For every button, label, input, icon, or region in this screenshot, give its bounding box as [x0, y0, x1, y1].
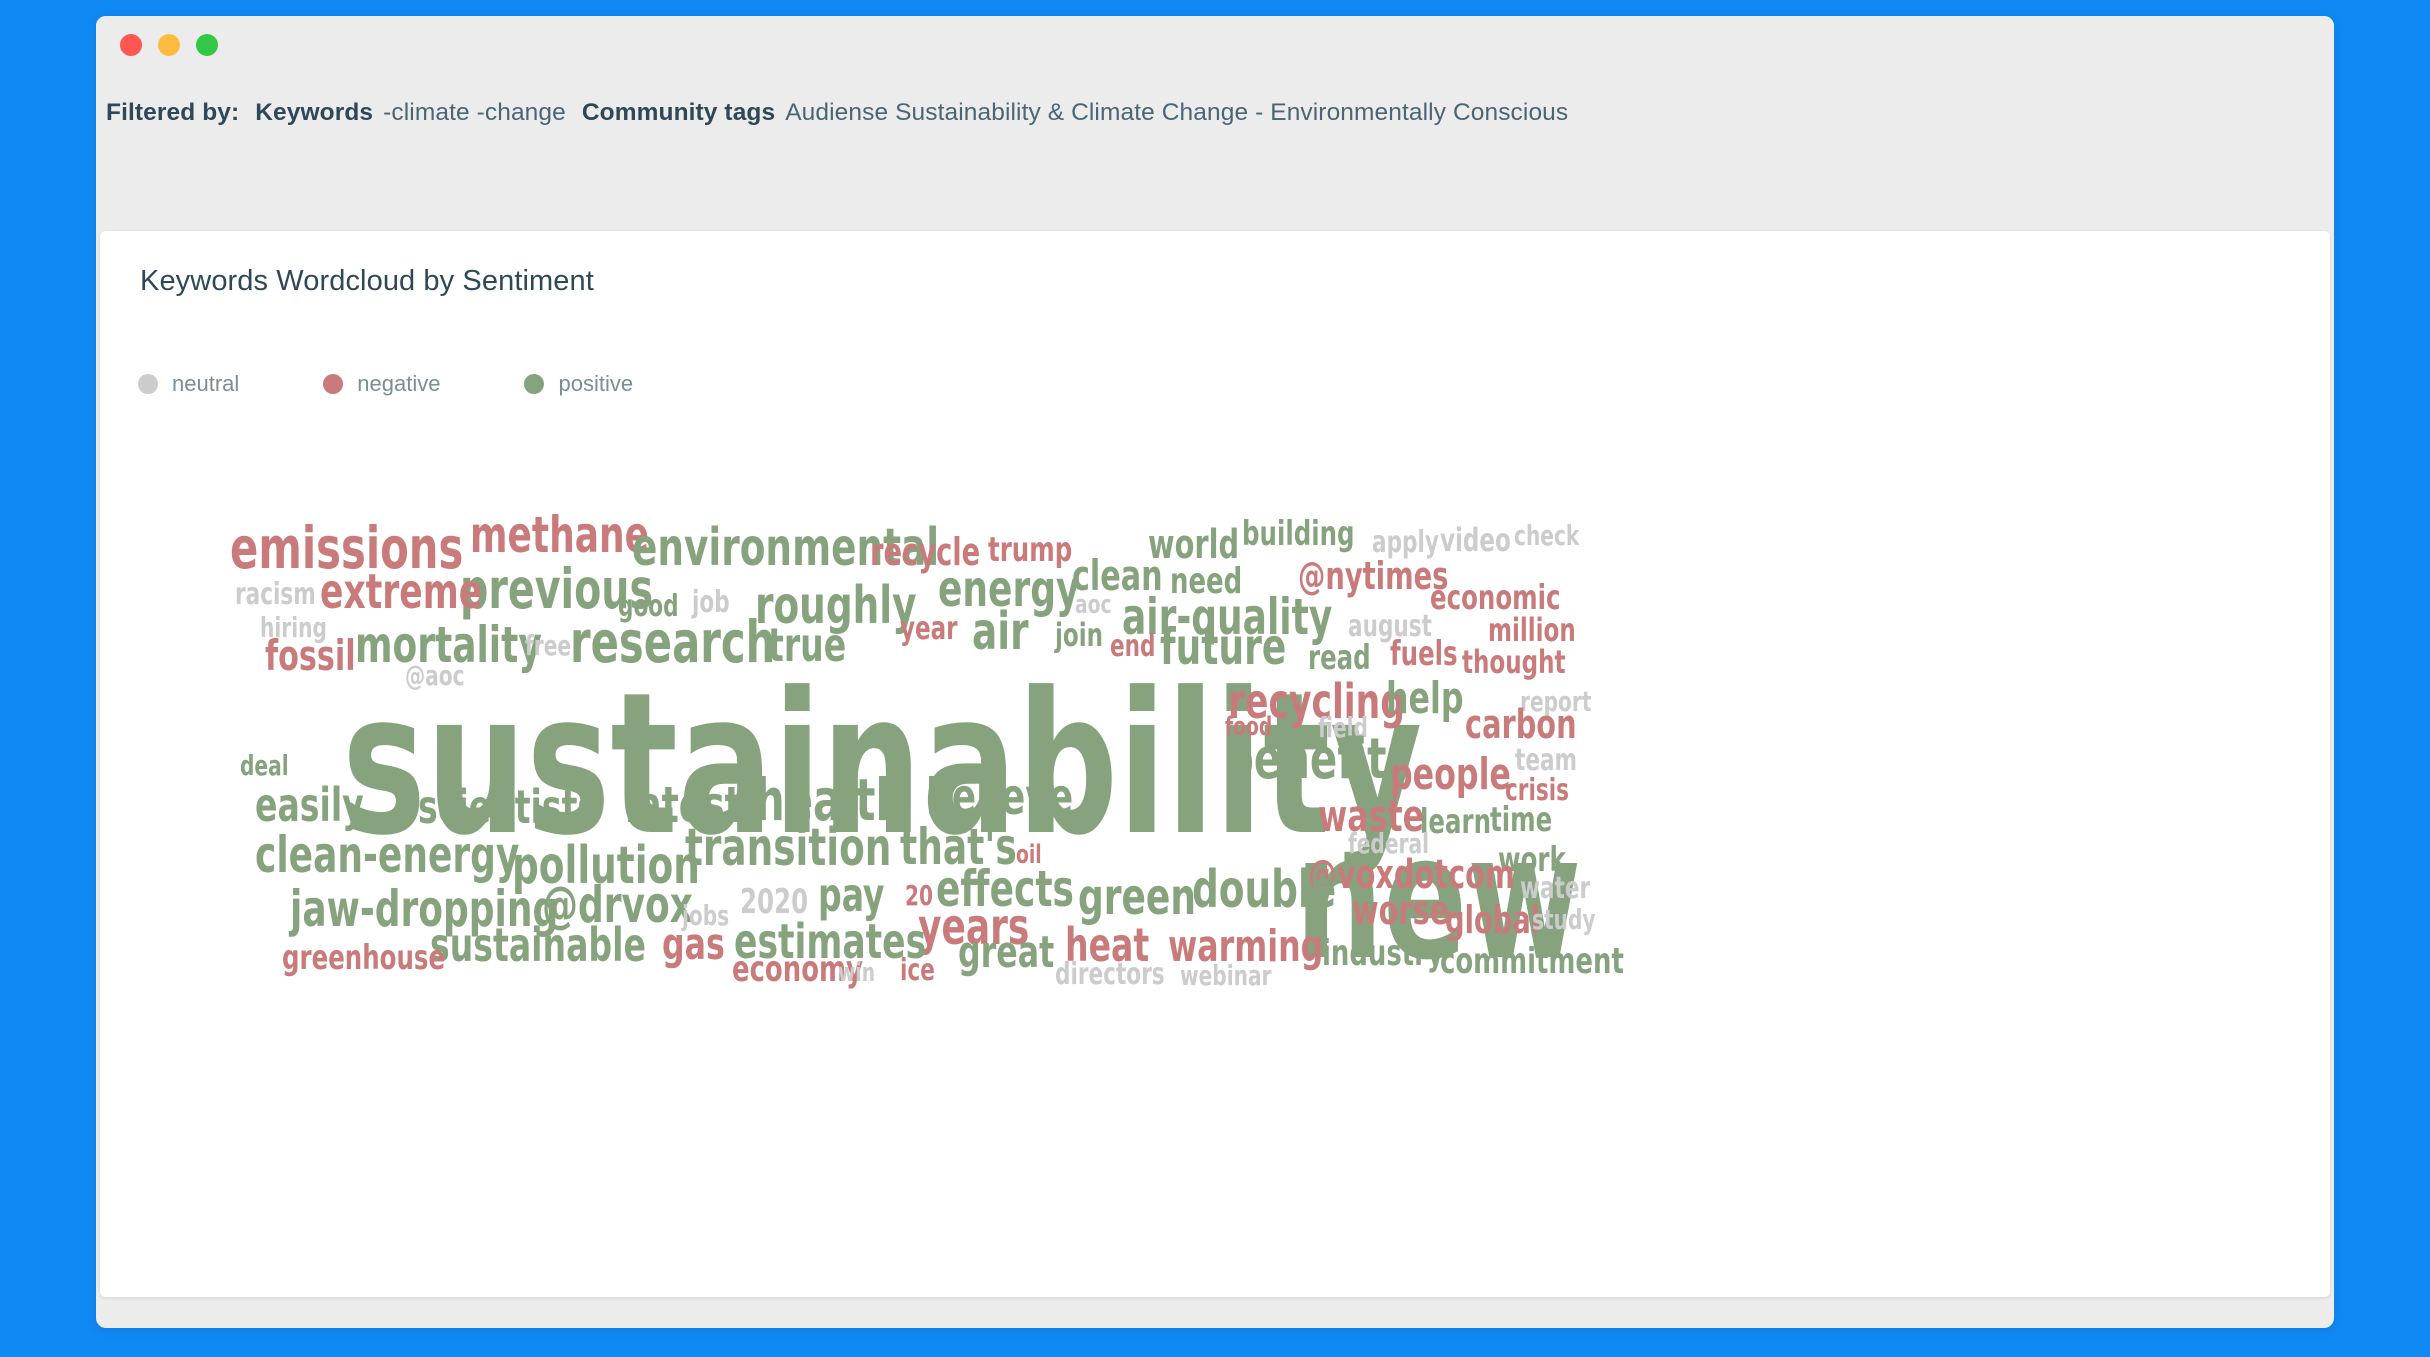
wordcloud-word[interactable]: gas — [662, 922, 725, 966]
filter-bar: Filtered by: Keywords -climate -change Co… — [96, 74, 2334, 152]
wordcloud-word[interactable]: team — [1515, 746, 1577, 776]
wordcloud-word[interactable]: extreme — [320, 568, 482, 616]
window-titlebar — [96, 16, 2334, 74]
wordcloud-word[interactable]: read — [1308, 641, 1371, 675]
wordcloud-word[interactable]: million — [1488, 614, 1576, 646]
wordcloud-word[interactable]: easily — [255, 782, 364, 828]
wordcloud-word[interactable]: worse — [1352, 891, 1449, 931]
wordcloud-card: Keywords Wordcloud by Sentiment neutral n… — [100, 231, 2330, 1297]
wordcloud-word[interactable]: pay — [818, 872, 884, 918]
legend-item-negative[interactable]: negative — [323, 371, 440, 397]
wordcloud-word[interactable]: true — [768, 622, 846, 668]
wordcloud-word[interactable]: world — [1148, 525, 1239, 565]
wordcloud-word[interactable]: learn — [1420, 805, 1491, 839]
browser-window: Filtered by: Keywords -climate -change Co… — [96, 16, 2334, 1328]
wordcloud-word[interactable]: people — [1390, 752, 1511, 796]
wordcloud-word[interactable]: commitment — [1440, 944, 1624, 979]
wordcloud-word[interactable]: video — [1440, 524, 1511, 556]
page-title: Keywords Wordcloud by Sentiment — [140, 265, 594, 297]
wordcloud-word[interactable]: end — [1110, 632, 1155, 662]
wordcloud-word[interactable]: clean-energy — [255, 830, 519, 880]
wordcloud-word[interactable]: job — [692, 588, 730, 618]
legend-label: negative — [357, 371, 441, 396]
wordcloud-word[interactable]: economic — [1430, 581, 1561, 615]
wordcloud-word[interactable]: believe — [926, 772, 1073, 822]
legend-item-positive[interactable]: positive — [524, 371, 633, 397]
wordcloud-word[interactable]: help — [1386, 676, 1464, 720]
wordcloud-word[interactable]: @aoc — [405, 662, 465, 690]
community-tags-filter-value[interactable]: Audiense Sustainability & Climate Change… — [785, 99, 1568, 126]
wordcloud-word[interactable]: @voxdotcom — [1308, 855, 1515, 895]
wordcloud-word[interactable]: benefits — [1225, 732, 1410, 788]
wordcloud-word[interactable]: air — [972, 606, 1029, 658]
wordcloud-word[interactable]: green — [1078, 872, 1196, 922]
wordcloud-word[interactable]: check — [1514, 522, 1579, 550]
wordcloud-word[interactable]: double — [1192, 864, 1336, 916]
keywords-wordcloud: sustainability new emissions methane environ… — [100, 427, 2330, 1297]
wordcloud-word[interactable]: @nytimes — [1298, 557, 1448, 595]
wordcloud-word[interactable]: 2020 — [740, 885, 808, 919]
wordcloud-word[interactable]: global — [1445, 901, 1540, 939]
wordcloud-word[interactable]: industry — [1322, 936, 1444, 971]
wordcloud-word[interactable]: win — [838, 960, 875, 986]
legend-swatch-positive — [524, 374, 545, 394]
sentiment-legend: neutral negative positive — [138, 371, 717, 397]
wordcloud-word[interactable]: directors — [1055, 960, 1165, 990]
wordcloud-word[interactable]: methane — [470, 510, 649, 560]
keywords-filter-value[interactable]: -climate -change — [383, 99, 566, 126]
wordcloud-word[interactable]: fuels — [1390, 637, 1458, 671]
wordcloud-word[interactable]: building — [1242, 517, 1355, 551]
wordcloud-word[interactable]: ice — [900, 956, 935, 986]
legend-item-neutral[interactable]: neutral — [138, 371, 239, 397]
wordcloud-word[interactable]: future — [1160, 622, 1286, 672]
wordcloud-word[interactable]: time — [1490, 803, 1552, 837]
wordcloud-word[interactable]: sustainable — [430, 922, 646, 968]
wordcloud-word[interactable]: scientists — [418, 784, 597, 830]
wordcloud-word[interactable]: greenhouse — [282, 941, 445, 975]
wordcloud-word[interactable]: deal — [240, 752, 289, 780]
wordcloud-word[interactable]: thought — [1462, 646, 1566, 678]
minimize-window-button[interactable] — [158, 34, 180, 56]
filtered-by-label: Filtered by: — [106, 99, 240, 126]
legend-label: positive — [558, 371, 634, 396]
legend-swatch-negative — [323, 374, 344, 394]
zoom-window-button[interactable] — [196, 34, 218, 56]
wordcloud-word[interactable]: research — [570, 613, 775, 670]
wordcloud-word[interactable]: transition — [685, 822, 891, 874]
wordcloud-word[interactable]: fossil — [265, 634, 356, 677]
legend-label: neutral — [172, 371, 240, 396]
wordcloud-word[interactable]: great — [958, 930, 1054, 974]
legend-swatch-neutral — [138, 374, 158, 394]
wordcloud-word[interactable]: webinar — [1180, 962, 1272, 990]
wordcloud-word[interactable]: aoc — [1075, 592, 1112, 618]
wordcloud-word[interactable]: water — [1520, 874, 1590, 904]
wordcloud-word[interactable]: apply — [1372, 528, 1439, 558]
wordcloud-word[interactable]: year — [900, 612, 958, 644]
wordcloud-word[interactable]: join — [1055, 619, 1103, 651]
close-window-button[interactable] — [120, 34, 142, 56]
wordcloud-word[interactable]: carbon — [1465, 705, 1577, 745]
wordcloud-word[interactable]: good — [618, 592, 679, 622]
wordcloud-word[interactable]: free — [525, 632, 571, 660]
wordcloud-word[interactable]: study — [1532, 906, 1596, 934]
keywords-filter-label[interactable]: Keywords — [255, 99, 373, 126]
wordcloud-word[interactable]: racism — [235, 580, 316, 610]
community-tags-filter-label[interactable]: Community tags — [582, 99, 775, 126]
